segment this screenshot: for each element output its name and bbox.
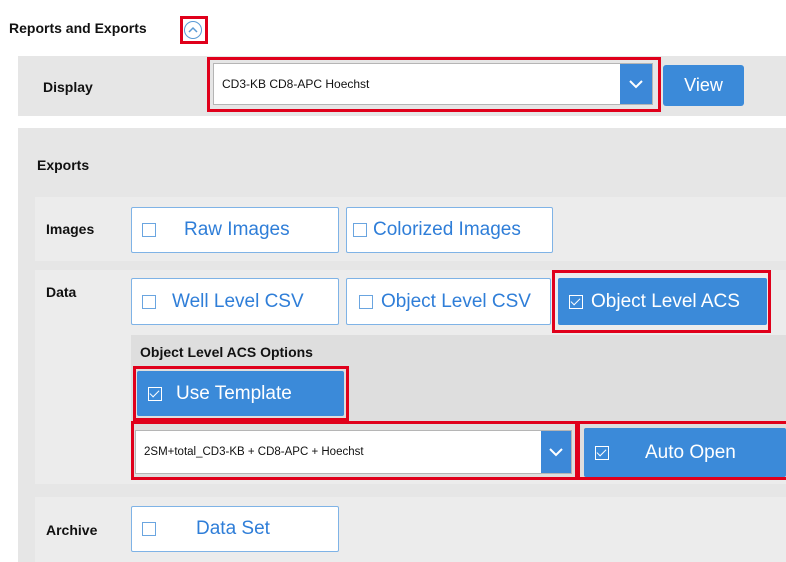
checkbox[interactable] bbox=[142, 294, 156, 309]
object-level-acs-toggle[interactable]: Object Level ACS bbox=[558, 278, 767, 325]
section-title: Reports and Exports bbox=[9, 20, 147, 36]
chevron-up-icon bbox=[188, 26, 198, 33]
raw-images-label: Raw Images bbox=[184, 219, 290, 240]
object-level-acs-label: Object Level ACS bbox=[591, 290, 740, 312]
display-label: Display bbox=[43, 79, 93, 95]
checkbox[interactable] bbox=[353, 223, 367, 237]
chevron-down-icon[interactable] bbox=[541, 431, 571, 473]
checkbox[interactable] bbox=[142, 522, 156, 536]
display-dropdown[interactable]: CD3-KB CD8-APC Hoechst bbox=[213, 63, 653, 105]
display-dropdown-value: CD3-KB CD8-APC Hoechst bbox=[222, 77, 370, 91]
auto-open-toggle[interactable]: Auto Open bbox=[584, 428, 786, 477]
data-set-label: Data Set bbox=[196, 518, 270, 539]
checkbox[interactable] bbox=[142, 223, 156, 237]
checkbox[interactable] bbox=[359, 294, 373, 309]
template-dropdown-value: 2SM+total_CD3-KB + CD8-APC + Hoechst bbox=[144, 446, 364, 458]
checkbox-checked[interactable] bbox=[569, 294, 583, 309]
collapse-button[interactable] bbox=[184, 21, 202, 39]
checkbox-checked[interactable] bbox=[595, 445, 609, 460]
checkbox-checked[interactable] bbox=[148, 386, 162, 401]
well-level-csv-toggle[interactable]: Well Level CSV bbox=[131, 278, 339, 325]
use-template-label: Use Template bbox=[176, 382, 292, 404]
chevron-down-icon[interactable] bbox=[620, 64, 652, 104]
data-label: Data bbox=[46, 284, 77, 300]
raw-images-toggle[interactable]: Raw Images bbox=[131, 207, 339, 253]
exports-title: Exports bbox=[37, 157, 90, 173]
colorized-images-toggle[interactable]: Colorized Images bbox=[346, 207, 553, 253]
object-level-csv-label: Object Level CSV bbox=[381, 290, 531, 312]
images-label: Images bbox=[46, 221, 95, 237]
acs-options-title: Object Level ACS Options bbox=[140, 344, 313, 360]
colorized-images-label: Colorized Images bbox=[373, 219, 521, 240]
auto-open-label: Auto Open bbox=[645, 441, 736, 463]
object-level-csv-toggle[interactable]: Object Level CSV bbox=[346, 278, 551, 325]
archive-label: Archive bbox=[46, 522, 98, 538]
data-set-toggle[interactable]: Data Set bbox=[131, 506, 339, 552]
view-button[interactable]: View bbox=[663, 65, 744, 106]
template-dropdown[interactable]: 2SM+total_CD3-KB + CD8-APC + Hoechst bbox=[135, 430, 572, 474]
well-level-csv-label: Well Level CSV bbox=[172, 290, 304, 312]
use-template-toggle[interactable]: Use Template bbox=[137, 371, 344, 416]
